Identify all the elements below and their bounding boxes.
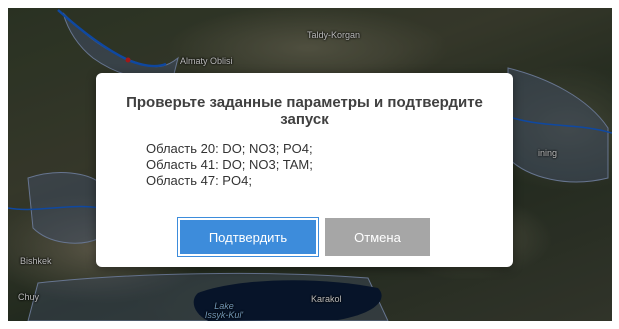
confirm-launch-dialog: Проверьте заданные параметры и подтверди… (96, 73, 513, 267)
parameter-list: Область 20: DO; NO3; PO4; Область 41: DO… (146, 141, 313, 189)
cancel-button[interactable]: Отмена (325, 218, 430, 256)
dialog-title: Проверьте заданные параметры и подтверди… (126, 94, 483, 128)
confirm-button[interactable]: Подтвердить (177, 217, 319, 257)
param-line-region-41: Область 41: DO; NO3; TAM; (146, 157, 313, 172)
map-viewport[interactable]: Almaty Oblisi Taldy-Korgan Bishkek Chuy … (8, 8, 612, 321)
param-line-region-47: Область 47: PO4; (146, 173, 252, 188)
param-line-region-20: Область 20: DO; NO3; PO4; (146, 141, 313, 156)
